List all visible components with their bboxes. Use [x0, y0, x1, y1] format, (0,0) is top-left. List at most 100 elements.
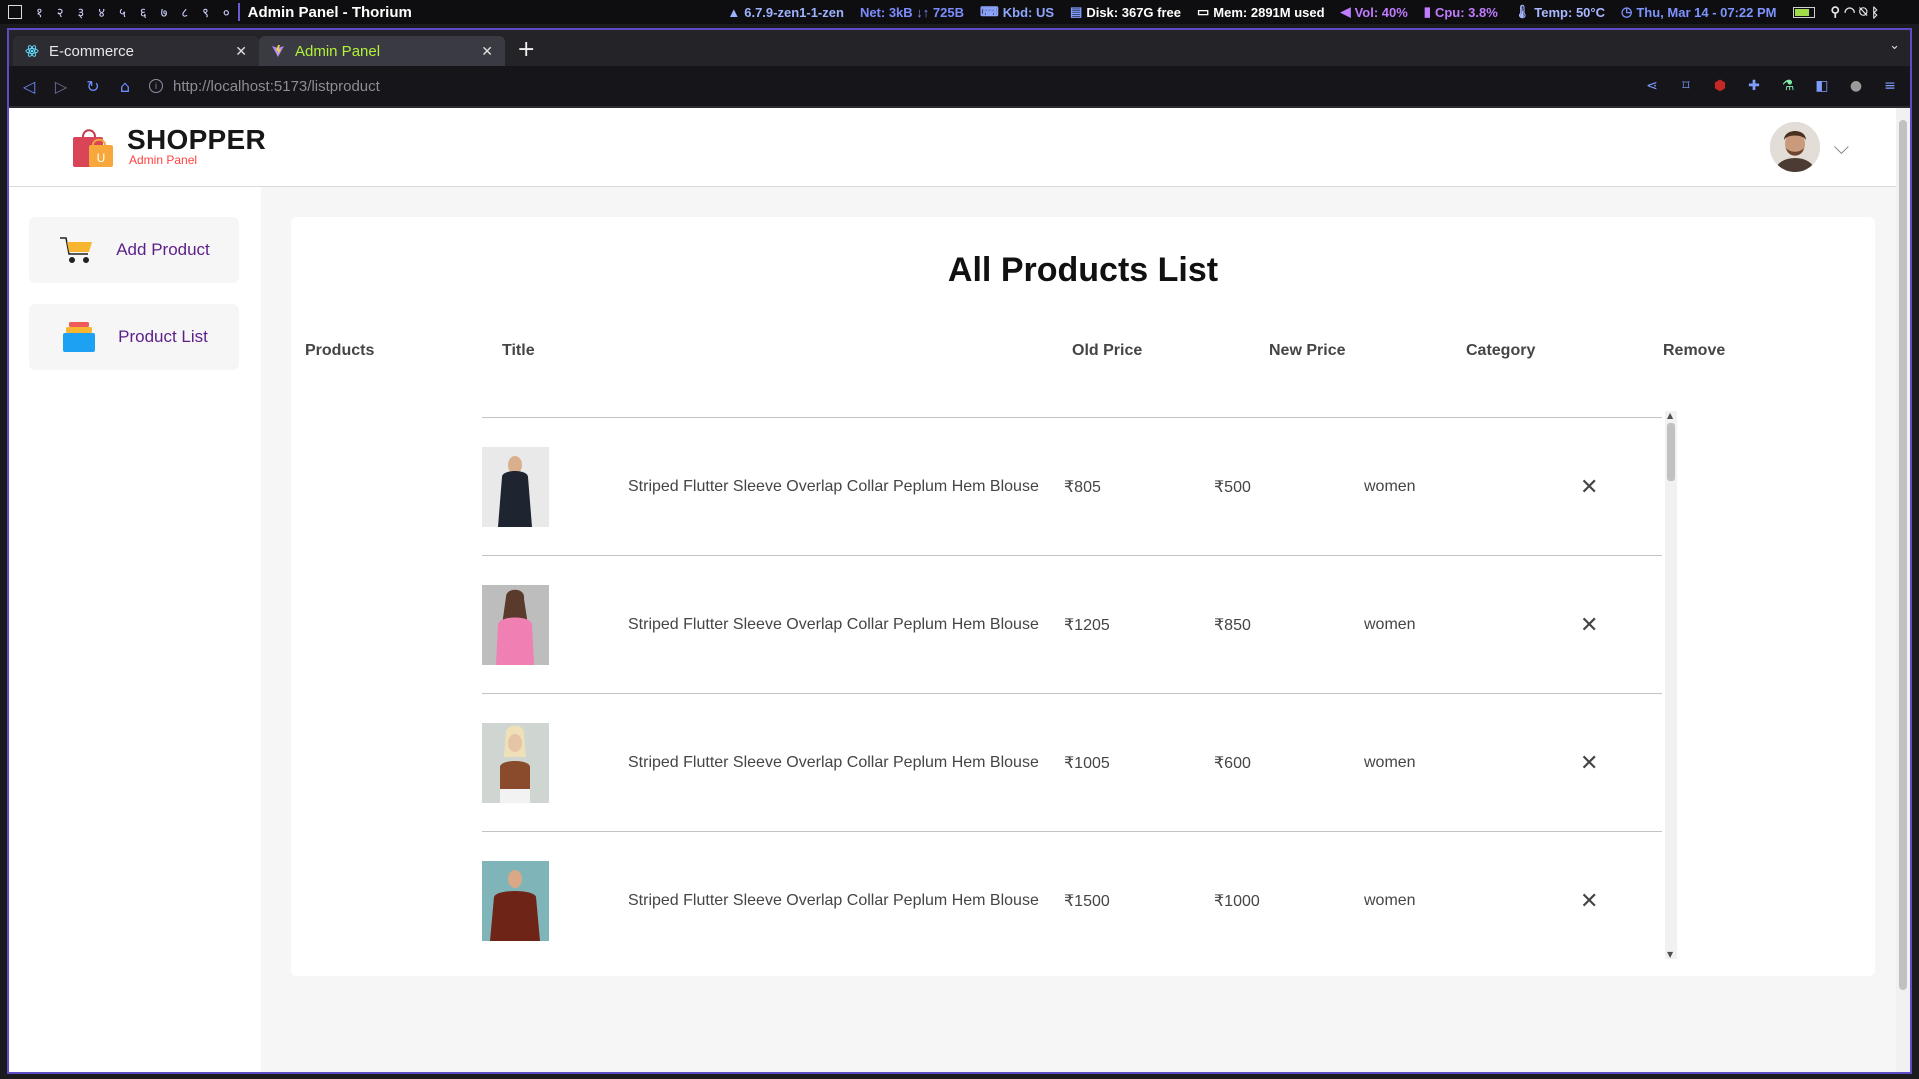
- tab-ecommerce[interactable]: E-commerce ✕: [13, 36, 259, 66]
- profile-avatar-icon[interactable]: ●: [1848, 78, 1864, 94]
- product-thumbnail: [482, 584, 549, 665]
- page-scrollbar-thumb[interactable]: [1899, 120, 1907, 990]
- product-title: Striped Flutter Sleeve Overlap Collar Pe…: [628, 753, 1039, 771]
- back-button[interactable]: ◁: [21, 77, 37, 96]
- page-scrollbar[interactable]: [1896, 108, 1910, 1072]
- battery-level: [1794, 8, 1809, 16]
- product-thumbnail: [482, 860, 549, 941]
- column-header-category: Category: [1466, 342, 1536, 359]
- remove-icon[interactable]: ✕: [1580, 889, 1662, 912]
- bluetooth-icon[interactable]: ᛒ: [1871, 5, 1879, 20]
- chevron-down-icon[interactable]: ⌵: [1834, 135, 1849, 159]
- cpu-status: ▮ Cpu: 3.8%: [1424, 4, 1498, 20]
- system-status-bar: १ २ ३ ४ ५ ६ ७ ८ ९ ० Admin Panel - Thoriu…: [0, 0, 1919, 24]
- product-old-price: ₹1005: [1064, 754, 1110, 772]
- product-thumbnail: [482, 722, 549, 803]
- workspace-6[interactable]: ६: [140, 3, 147, 21]
- scroll-down-arrow-icon[interactable]: ▼: [1667, 950, 1673, 959]
- share-icon[interactable]: ⋖: [1644, 78, 1660, 94]
- new-tab-button[interactable]: +: [505, 37, 547, 66]
- product-title: Striped Flutter Sleeve Overlap Collar Pe…: [628, 477, 1039, 495]
- sidebar-item-product-list[interactable]: Product List: [29, 304, 239, 370]
- ublock-icon[interactable]: ⬢: [1712, 78, 1728, 94]
- vol-text: Vol: 40%: [1354, 4, 1408, 20]
- cpu-icon: ▮: [1423, 4, 1431, 19]
- kernel-status: ▲ 6.7.9-zen1-1-zen: [727, 5, 844, 20]
- notifications-muted-icon[interactable]: ⍉: [1859, 4, 1867, 20]
- forward-button[interactable]: ▷: [53, 77, 69, 96]
- thermometer-icon: 🌡: [1513, 4, 1531, 19]
- disk-icon: ▤: [1070, 4, 1083, 19]
- bag-letter: U: [97, 151, 106, 165]
- column-header-new-price: New Price: [1269, 342, 1346, 359]
- scroll-up-arrow-icon[interactable]: ▲: [1667, 411, 1673, 420]
- address-bar[interactable]: i http://localhost:5173/listproduct: [149, 78, 1628, 95]
- wifi-icon[interactable]: ◠: [1844, 4, 1855, 20]
- close-tab-icon[interactable]: ✕: [481, 43, 493, 60]
- brand-name: SHOPPER: [127, 124, 267, 155]
- cpu-text: Cpu: 3.8%: [1434, 4, 1498, 20]
- product-old-price: ₹1500: [1064, 892, 1110, 910]
- product-title: Striped Flutter Sleeve Overlap Collar Pe…: [628, 615, 1039, 633]
- page-title: All Products List: [947, 251, 1219, 289]
- paperclip-icon[interactable]: ⚲: [1831, 4, 1841, 20]
- extensions-puzzle-icon[interactable]: ✚: [1746, 78, 1762, 94]
- workspace-10[interactable]: ०: [223, 3, 230, 21]
- remove-icon[interactable]: ✕: [1580, 613, 1662, 636]
- workspace-1[interactable]: १: [36, 3, 43, 21]
- tab-strip: E-commerce ✕ Admin Panel ✕ + ⌄: [9, 30, 1910, 66]
- workspace-3[interactable]: ३: [78, 3, 85, 21]
- home-button[interactable]: ⌂: [117, 77, 133, 96]
- admin-body: Add Product Product List All Products Li…: [9, 187, 1897, 1072]
- sidebar-item-label: Product List: [118, 327, 208, 346]
- tab-label: E-commerce: [49, 42, 135, 60]
- launcher-icon[interactable]: [8, 5, 22, 19]
- reload-button[interactable]: ↻: [85, 77, 101, 96]
- disk-status: ▤ Disk: 367G free: [1070, 4, 1181, 20]
- tab-admin-panel[interactable]: Admin Panel ✕: [259, 36, 505, 66]
- menu-icon[interactable]: ≡: [1882, 78, 1898, 94]
- remove-icon[interactable]: ✕: [1580, 475, 1662, 498]
- avatar[interactable]: [1769, 122, 1820, 172]
- sidebar-toggle-icon[interactable]: ◧: [1814, 78, 1830, 94]
- tab-search-chevron-icon[interactable]: ⌄: [1889, 38, 1900, 53]
- bookmark-icon[interactable]: ⌑: [1678, 78, 1694, 94]
- logo[interactable]: U SHOPPER Admin Panel: [69, 125, 266, 169]
- workspace-switcher: १ २ ३ ४ ५ ६ ७ ८ ९ ०: [0, 3, 230, 21]
- product-category: women: [1364, 477, 1416, 495]
- browser-window: E-commerce ✕ Admin Panel ✕ + ⌄ ◁ ▷ ↻ ⌂ i…: [7, 28, 1912, 1074]
- column-header-products: Products: [305, 342, 375, 359]
- scrollbar-thumb[interactable]: [1667, 423, 1675, 481]
- sidebar-item-add-product[interactable]: Add Product: [29, 217, 239, 283]
- brand-text: SHOPPER Admin Panel: [127, 124, 267, 168]
- sidebar: Add Product Product List: [9, 187, 261, 1072]
- workspace-9[interactable]: ९: [202, 3, 209, 21]
- mem-status: ▭ Mem: 2891M used: [1197, 4, 1325, 20]
- statusbar-divider: [237, 3, 240, 21]
- close-tab-icon[interactable]: ✕: [235, 43, 247, 60]
- site-info-icon[interactable]: i: [149, 79, 163, 93]
- workspace-8[interactable]: ८: [181, 3, 188, 21]
- workspace-4[interactable]: ४: [98, 3, 105, 21]
- profile-menu[interactable]: ⌵: [1769, 122, 1849, 172]
- datetime-status[interactable]: ◷ Thu, Mar 14 - 07:22 PM: [1621, 4, 1777, 20]
- remove-icon[interactable]: ✕: [1580, 751, 1662, 774]
- product-old-price: ₹1205: [1064, 616, 1110, 634]
- url-text[interactable]: http://localhost:5173/listproduct: [173, 78, 380, 95]
- workspace-2[interactable]: २: [57, 3, 64, 21]
- workspace-7[interactable]: ७: [161, 3, 168, 21]
- product-category: women: [1364, 615, 1416, 633]
- workspace-5[interactable]: ५: [119, 3, 126, 21]
- table-row: Striped Flutter Sleeve Overlap Collar Pe…: [482, 694, 1662, 832]
- product-list-scrollbar[interactable]: ▲ ▼: [1665, 411, 1677, 959]
- sidebar-item-label: Add Product: [116, 240, 210, 259]
- status-modules: ▲ 6.7.9-zen1-1-zen Net: 3kB ↓↑ 725B ⌨ Kbd:…: [727, 4, 1919, 20]
- flask-icon[interactable]: ⚗: [1780, 78, 1796, 94]
- disk-text: Disk: 367G free: [1086, 4, 1181, 20]
- speaker-icon: ◀: [1340, 4, 1351, 19]
- vol-status[interactable]: ◀ Vol: 40%: [1341, 4, 1408, 20]
- product-list[interactable]: Striped Flutter Sleeve Overlap Collar Pe…: [482, 413, 1662, 953]
- stacked-list-icon: [63, 322, 96, 352]
- product-old-price: ₹805: [1064, 478, 1101, 496]
- product-new-price: ₹600: [1214, 754, 1251, 772]
